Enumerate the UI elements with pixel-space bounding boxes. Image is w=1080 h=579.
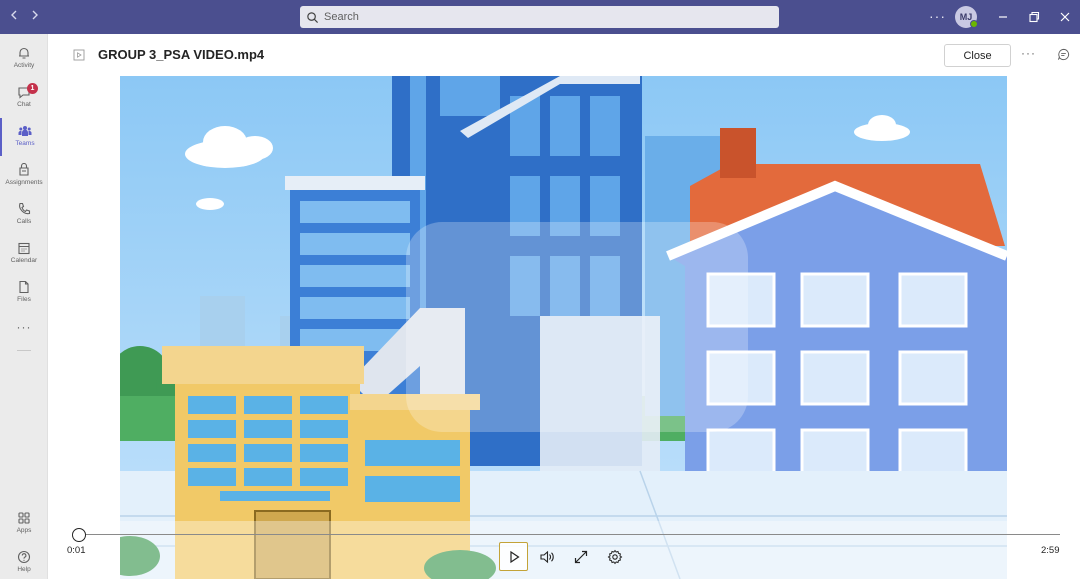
chevron-left-icon bbox=[11, 10, 17, 20]
more-options-button[interactable]: ··· bbox=[1021, 46, 1036, 60]
gear-icon bbox=[607, 549, 622, 564]
conversation-icon[interactable] bbox=[1057, 48, 1070, 61]
rail-item-calls[interactable]: Calls bbox=[0, 196, 48, 234]
forward-button[interactable] bbox=[27, 8, 43, 26]
maximize-button[interactable] bbox=[1026, 9, 1042, 25]
video-player[interactable] bbox=[48, 76, 1080, 579]
rail-item-label: Assignments bbox=[5, 179, 43, 186]
settings-button[interactable] bbox=[600, 542, 629, 571]
presence-status-icon bbox=[970, 20, 978, 28]
rail-divider bbox=[17, 350, 31, 351]
rail-item-files[interactable]: Files bbox=[0, 274, 48, 312]
more-apps-button[interactable]: ··· bbox=[0, 320, 48, 334]
rail-item-label: Activity bbox=[13, 62, 35, 69]
teams-icon bbox=[18, 126, 32, 136]
volume-button[interactable] bbox=[532, 542, 561, 571]
rail-item-label: Calls bbox=[16, 218, 32, 225]
play-icon bbox=[509, 550, 520, 563]
restore-icon bbox=[1029, 11, 1040, 23]
minimize-button[interactable] bbox=[995, 9, 1011, 25]
video-frame[interactable] bbox=[120, 76, 1007, 579]
rail-item-label: Chat bbox=[17, 101, 31, 108]
video-file-icon bbox=[73, 49, 85, 61]
progress-track[interactable] bbox=[73, 534, 1060, 535]
file-icon bbox=[19, 280, 29, 294]
video-frame-illustration bbox=[120, 76, 1007, 579]
rail-item-calendar[interactable]: Calendar bbox=[0, 235, 48, 273]
rail-item-label: Teams bbox=[15, 140, 35, 147]
phone-icon bbox=[19, 202, 31, 215]
help-icon bbox=[17, 550, 31, 564]
app-rail: Activity Chat 1 Teams Assignments Calls … bbox=[0, 34, 48, 579]
search-icon bbox=[307, 11, 319, 23]
file-header: GROUP 3_PSA VIDEO.mp4 Close ··· bbox=[48, 34, 1080, 76]
back-button[interactable] bbox=[6, 8, 22, 26]
play-button[interactable] bbox=[499, 542, 528, 571]
calendar-icon bbox=[18, 242, 30, 255]
fullscreen-icon bbox=[574, 550, 587, 563]
rail-item-activity[interactable]: Activity bbox=[0, 40, 48, 78]
rail-item-apps[interactable]: Apps bbox=[0, 505, 48, 543]
fullscreen-button[interactable] bbox=[566, 542, 595, 571]
title-bar: ··· MJ bbox=[0, 0, 1080, 34]
rail-item-label: Files bbox=[17, 296, 31, 303]
close-button[interactable]: Close bbox=[944, 44, 1011, 67]
file-title: GROUP 3_PSA VIDEO.mp4 bbox=[98, 47, 265, 62]
rail-item-teams[interactable]: Teams bbox=[0, 118, 48, 156]
bell-icon bbox=[19, 47, 29, 59]
duration: 2:59 bbox=[1041, 545, 1060, 556]
rail-item-assignments[interactable]: Assignments bbox=[0, 157, 48, 195]
rail-item-label: Calendar bbox=[10, 257, 38, 264]
rail-item-label: Apps bbox=[16, 527, 32, 534]
rail-item-chat[interactable]: Chat 1 bbox=[0, 79, 48, 117]
rail-item-label: Help bbox=[17, 566, 31, 573]
search-box[interactable] bbox=[300, 6, 779, 28]
search-input[interactable] bbox=[324, 11, 764, 23]
current-time: 0:01 bbox=[67, 545, 86, 556]
apps-icon bbox=[18, 512, 30, 524]
minimize-icon bbox=[999, 16, 1007, 18]
rail-item-help[interactable]: Help bbox=[0, 544, 48, 579]
progress-thumb[interactable] bbox=[71, 528, 86, 542]
more-options-button[interactable]: ··· bbox=[929, 8, 946, 24]
notification-badge: 1 bbox=[27, 83, 38, 94]
chevron-right-icon bbox=[32, 10, 38, 20]
assignments-icon bbox=[19, 163, 29, 176]
close-icon bbox=[1060, 12, 1070, 22]
close-window-button[interactable] bbox=[1057, 9, 1073, 25]
volume-icon bbox=[539, 550, 554, 563]
